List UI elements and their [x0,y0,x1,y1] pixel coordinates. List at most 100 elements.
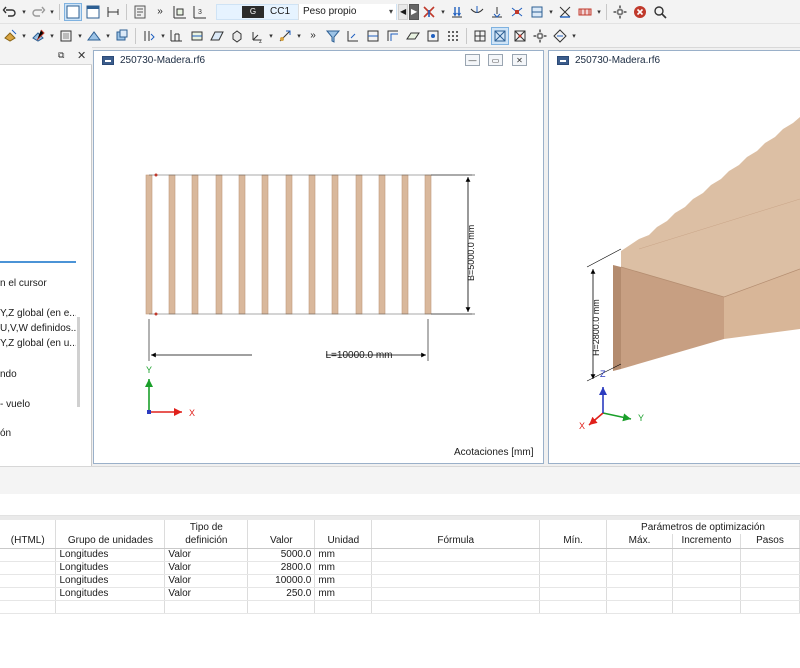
column-header-definition-type-line2[interactable]: definición [164,534,249,549]
member-results-icon[interactable] [508,3,526,21]
result-diagram-dropdown-icon[interactable]: ▾ [595,3,603,21]
load-case-selector[interactable]: G CC1 Peso propio ▾ [216,3,398,20]
snap-active-icon[interactable] [491,26,509,45]
results-dropdown-icon[interactable]: ▾ [439,3,447,21]
guideline-icon[interactable] [384,27,402,45]
panel-icon[interactable] [131,3,149,21]
display-icon[interactable] [85,27,103,45]
previous-load-case-button[interactable]: ◀ [398,3,409,20]
filter-icon[interactable] [324,27,342,45]
overflow-icon[interactable]: » [304,27,322,45]
cell-value[interactable]: 10000.0 [247,574,316,588]
grid-icon[interactable] [168,27,186,45]
cell-unit-group[interactable]: Longitudes [55,574,166,588]
member-icon[interactable] [188,27,206,45]
navigator-item[interactable]: Y,Z global (en e... [0,308,76,319]
snap-object-icon[interactable] [511,27,529,45]
align-icon[interactable] [551,27,569,45]
render-icon[interactable] [113,27,131,45]
minimize-button[interactable]: — [465,54,480,66]
cell-unit[interactable]: mm [314,561,373,575]
column-header-min[interactable]: Mín. [539,534,608,549]
table-row[interactable]: Longitudes Valor 2800.0 mm [0,561,800,575]
navigator-item[interactable]: U,V,W definidos... [0,323,76,334]
table-row[interactable]: Longitudes Valor 5000.0 mm [0,548,800,562]
navigator-item[interactable]: ndo [0,369,76,380]
grid-points-icon[interactable] [444,27,462,45]
edit-dropdown-icon[interactable]: ▾ [48,27,56,45]
column-header-max[interactable]: Máx. [606,534,673,549]
ortho-icon[interactable] [364,27,382,45]
model-nav-icon[interactable] [171,3,189,21]
float-panel-icon[interactable]: ⧉ [58,50,64,61]
cell-value[interactable]: 250.0 [247,587,316,601]
cell-value[interactable]: 5000.0 [247,548,316,562]
table-row[interactable]: Longitudes Valor 10000.0 mm [0,574,800,588]
view-icon[interactable] [57,27,75,45]
select-dropdown-icon[interactable]: ▾ [20,27,28,45]
coordinate-system-icon[interactable]: z [248,27,266,45]
column-header-increment[interactable]: Incremento [672,534,741,549]
redo-dropdown-icon[interactable]: ▾ [48,3,56,21]
split-view-icon[interactable] [84,3,102,21]
dimension-icon[interactable] [104,3,122,21]
cell-unit-group[interactable]: Longitudes [55,548,166,562]
search-icon[interactable] [651,3,669,21]
column-header-unit[interactable]: Unidad [314,534,373,549]
visibility-icon[interactable] [140,27,158,45]
cell-definition-type[interactable]: Valor [164,548,249,562]
cell-definition-type[interactable]: Valor [164,561,249,575]
solid-icon[interactable] [228,27,246,45]
navigator-item[interactable]: ón [0,428,76,439]
next-load-case-button[interactable]: ▶ [409,3,420,20]
transform-dropdown-icon[interactable]: ▾ [295,27,303,45]
align-dropdown-icon[interactable]: ▾ [570,27,578,45]
cell-value[interactable]: 2800.0 [247,561,316,575]
edit-icon[interactable] [29,27,47,45]
cell-unit[interactable]: mm [314,548,373,562]
visibility-dropdown-icon[interactable]: ▾ [159,27,167,45]
table-row[interactable] [0,600,800,614]
cell-unit-group[interactable]: Longitudes [55,561,166,575]
select-icon[interactable] [1,27,19,45]
view-window-3d[interactable]: 250730-Madera.rf6 H=2800.0 mm Y X Z [548,50,800,464]
close-icon[interactable]: ✕ [77,49,86,62]
window-titlebar[interactable]: 250730-Madera.rf6 [549,51,800,69]
table-row[interactable]: Longitudes Valor 250.0 mm [0,587,800,601]
window-titlebar[interactable]: 250730-Madera.rf6 — ▭ ✕ [94,51,543,69]
overflow-icon[interactable]: » [151,3,169,21]
cell-unit-group[interactable]: Longitudes [55,587,166,601]
column-header-formula[interactable]: Fórmula [371,534,541,549]
load-case-name-dropdown[interactable]: Peso propio ▾ [298,3,397,20]
restore-button[interactable]: ▭ [488,54,503,66]
single-view-icon[interactable] [64,2,82,21]
transform-icon[interactable] [276,27,294,45]
surface-icon[interactable] [208,27,226,45]
cell-definition-type[interactable]: Valor [164,574,249,588]
column-header-steps[interactable]: Pasos [740,534,800,549]
support-reactions-icon[interactable] [488,3,506,21]
column-header-unit-group[interactable]: Grupo de unidades [55,534,166,549]
close-button[interactable]: ✕ [512,54,527,66]
workplane-icon[interactable] [404,27,422,45]
results-icon[interactable] [420,3,438,21]
values-icon[interactable] [556,3,574,21]
loads-icon[interactable] [448,3,466,21]
deformation-icon[interactable] [468,3,486,21]
undo-icon[interactable] [1,3,19,21]
settings-icon[interactable] [531,27,549,45]
column-header-value[interactable]: Valor [247,534,316,549]
cell-definition-type[interactable]: Valor [164,587,249,601]
close-results-icon[interactable] [631,3,649,21]
section-results-icon[interactable] [528,3,546,21]
redo-icon[interactable] [29,3,47,21]
settings-icon[interactable] [611,3,629,21]
view-window-2d[interactable]: 250730-Madera.rf6 — ▭ ✕ L=10000.0 mm B=5… [93,50,544,464]
snap-grid-icon[interactable] [471,27,489,45]
cell-unit[interactable]: mm [314,587,373,601]
numbering-icon[interactable]: 3 [191,3,209,21]
display-dropdown-icon[interactable]: ▾ [104,27,112,45]
undo-dropdown-icon[interactable]: ▾ [20,3,28,21]
cell-unit[interactable]: mm [314,574,373,588]
result-diagram-icon[interactable] [576,3,594,21]
